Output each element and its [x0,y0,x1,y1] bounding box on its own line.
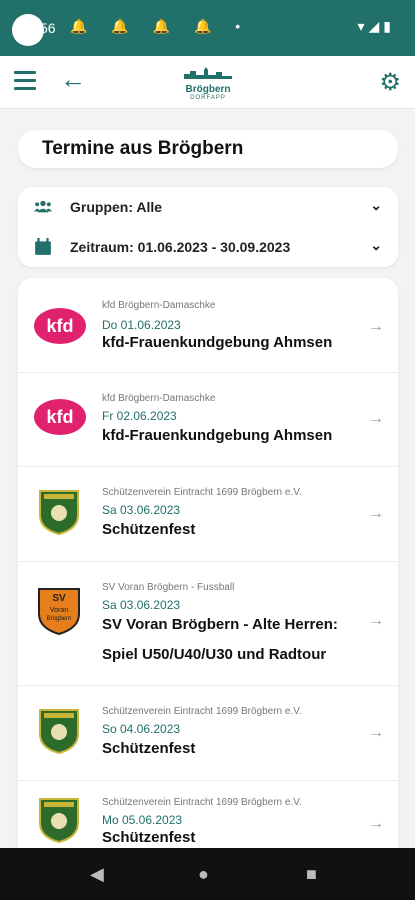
period-filter-label: Zeitraum: 01.06.2023 - 30.09.2023 [70,239,291,255]
menu-icon[interactable] [14,71,36,91]
group-icon [34,200,52,213]
event-item[interactable]: kfd kfd Brögbern-Damaschke Do 01.06.2023… [18,278,398,373]
chevron-down-icon: ⌄ [370,197,382,213]
groups-filter[interactable]: Gruppen: Alle ⌄ [18,189,398,225]
arrow-right-icon: → [368,410,384,427]
event-title: Schützenfest [102,521,196,538]
event-title: kfd-Frauenkundgebung Ahmsen [102,427,333,444]
arrow-right-icon: → [368,505,384,522]
sv-logo-line2: Brögbern [47,616,72,622]
system-icons: ▾◢▮ [357,18,395,34]
arrow-right-icon: → [368,612,384,629]
period-filter[interactable]: Zeitraum: 01.06.2023 - 30.09.2023 ⌄ [18,229,398,265]
filter-card: Gruppen: Alle ⌄ Zeitraum: 01.06.2023 - 3… [18,187,398,267]
page-title: Termine aus Brögbern [42,138,244,159]
event-item[interactable]: kfd kfd Brögbern-Damaschke Fr 02.06.2023… [18,373,398,467]
groups-filter-label: Gruppen: Alle [70,199,163,215]
sv-voran-logo: SV Voran Brögbern [38,588,80,636]
status-time: 56 [40,20,56,36]
system-nav-bar: ◀ ● ■ [0,848,415,900]
event-item[interactable]: Schützenverein Eintracht 1699 Brögbern e… [18,686,398,781]
sv-logo-top: SV [52,593,66,604]
event-title: SV Voran Brögbern - Alte Herren: Spiel U… [102,616,338,663]
event-item[interactable]: SV Voran Brögbern SV Voran Brögbern - Fu… [18,562,398,686]
notification-icons: 🔔 🔔 🔔 🔔 • [70,18,251,34]
event-title: kfd-Frauenkundgebung Ahmsen [102,334,333,351]
gear-icon[interactable]: ⚙ [379,68,401,97]
skyline-icon [184,67,232,79]
event-item[interactable]: Schützenverein Eintracht 1699 Brögbern e… [18,467,398,562]
kfd-logo: kfd [34,308,86,344]
event-org: Schützenverein Eintracht 1699 Brögbern e… [102,487,302,498]
shield-logo [39,490,79,535]
event-org: kfd Brögbern-Damaschke [102,393,216,404]
arrow-right-icon: → [368,724,384,741]
arrow-right-icon: → [368,318,384,335]
nav-recents-icon[interactable]: ■ [306,864,317,885]
event-title: Schützenfest [102,740,196,757]
app-logo: Brögbern DORFAPP [182,66,234,101]
events-list: kfd kfd Brögbern-Damaschke Do 01.06.2023… [18,278,398,878]
status-bar: 56 🔔 🔔 🔔 🔔 • ▾◢▮ [0,0,415,56]
logo-sub: DORFAPP [190,95,226,101]
event-org: Schützenverein Eintracht 1699 Brögbern e… [102,797,302,808]
app-bar: ← Brögbern DORFAPP ⚙ [0,56,415,109]
event-org: kfd Brögbern-Damaschke [102,300,216,311]
title-card: Termine aus Brögbern [18,130,398,168]
nav-home-icon[interactable]: ● [198,864,209,885]
shield-logo [39,709,79,754]
chevron-down-icon: ⌄ [370,237,382,253]
shield-logo [39,798,79,843]
logo-name: Brögbern [185,84,231,95]
back-arrow-icon[interactable]: ← [60,66,86,92]
sv-logo-line1: Voran [50,607,68,614]
event-org: SV Voran Brögbern - Fussball [102,582,235,593]
calendar-icon [35,238,51,255]
kfd-logo: kfd [34,399,86,435]
event-org: Schützenverein Eintracht 1699 Brögbern e… [102,706,302,717]
arrow-right-icon: → [368,815,384,832]
nav-back-icon[interactable]: ◀ [90,864,104,885]
